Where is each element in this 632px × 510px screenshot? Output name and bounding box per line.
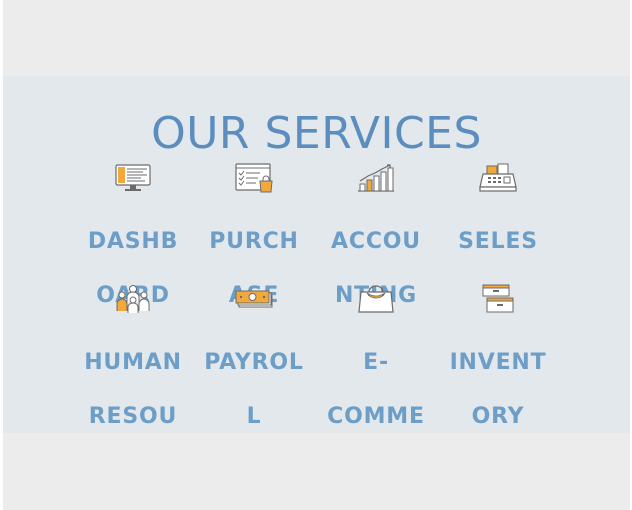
services-title: OUR SERVICES <box>151 108 482 159</box>
shopping-bag-icon <box>358 285 394 313</box>
growth-chart-icon <box>358 164 394 192</box>
service-label-inventory: INVENT ORY <box>449 350 547 429</box>
money-bills-icon <box>235 290 273 308</box>
service-label-ecommerce: E- COMME <box>327 350 425 429</box>
service-label-human-resources: HUMAN RESOU <box>84 350 182 429</box>
purchase-bag-icon <box>235 163 273 193</box>
archive-boxes-icon <box>482 284 514 313</box>
cash-register-icon <box>479 163 517 192</box>
service-label-payroll: PAYROL L <box>204 350 304 429</box>
service-ecommerce[interactable]: E- COMME <box>318 284 434 457</box>
service-inventory[interactable]: INVENT ORY <box>440 284 556 457</box>
monitor-dashboard-icon <box>115 164 151 191</box>
service-human-resources[interactable]: HUMAN RESOU <box>75 284 191 457</box>
people-group-icon <box>116 285 150 313</box>
service-payroll[interactable]: PAYROL L <box>196 284 312 457</box>
